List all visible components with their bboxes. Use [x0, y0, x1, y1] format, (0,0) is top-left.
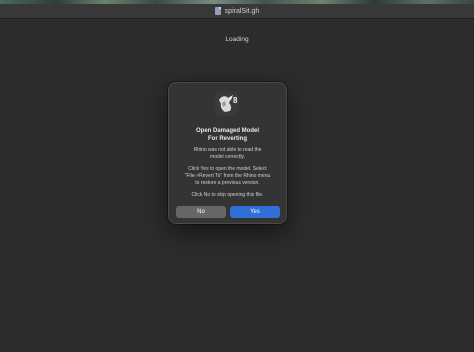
message-line: Rhino was not able to read the [193, 147, 262, 153]
no-button[interactable]: No [176, 206, 226, 218]
title-bar[interactable]: spiralSit.gh [0, 4, 474, 19]
svg-text:8: 8 [233, 96, 238, 105]
rhino-8-icon: 8 [215, 92, 239, 116]
window-title: spiralSit.gh [224, 7, 260, 15]
yes-button[interactable]: Yes [230, 206, 280, 218]
loading-status: Loading [225, 36, 249, 43]
dialog-title-line-1: Open Damaged Model [195, 128, 259, 134]
message-line: "File->Revert To" from the Rhino menu [184, 173, 271, 179]
dialog-title-line-2: For Reverting [207, 136, 247, 142]
title-wrap: spiralSit.gh [214, 7, 260, 15]
dialog-message-skip: Click No to skip opening this file. [191, 192, 264, 198]
app-window: spiralSit.gh Loading 8 Open Damaged Mode… [0, 0, 474, 352]
document-icon [214, 7, 221, 15]
dialog-message-instructions: Click Yes to open the model. Select "Fil… [175, 166, 280, 187]
dialog-title: Open Damaged Model For Reverting [173, 127, 282, 143]
message-line: to restore a previous version. [195, 180, 260, 186]
damaged-model-dialog: 8 Open Damaged Model For Reverting Rhino… [168, 82, 287, 224]
message-line: model correctly. [210, 154, 245, 160]
message-line: Click Yes to open the model. Select [188, 166, 267, 172]
dialog-message-read-error: Rhino was not able to read the model cor… [175, 147, 280, 161]
